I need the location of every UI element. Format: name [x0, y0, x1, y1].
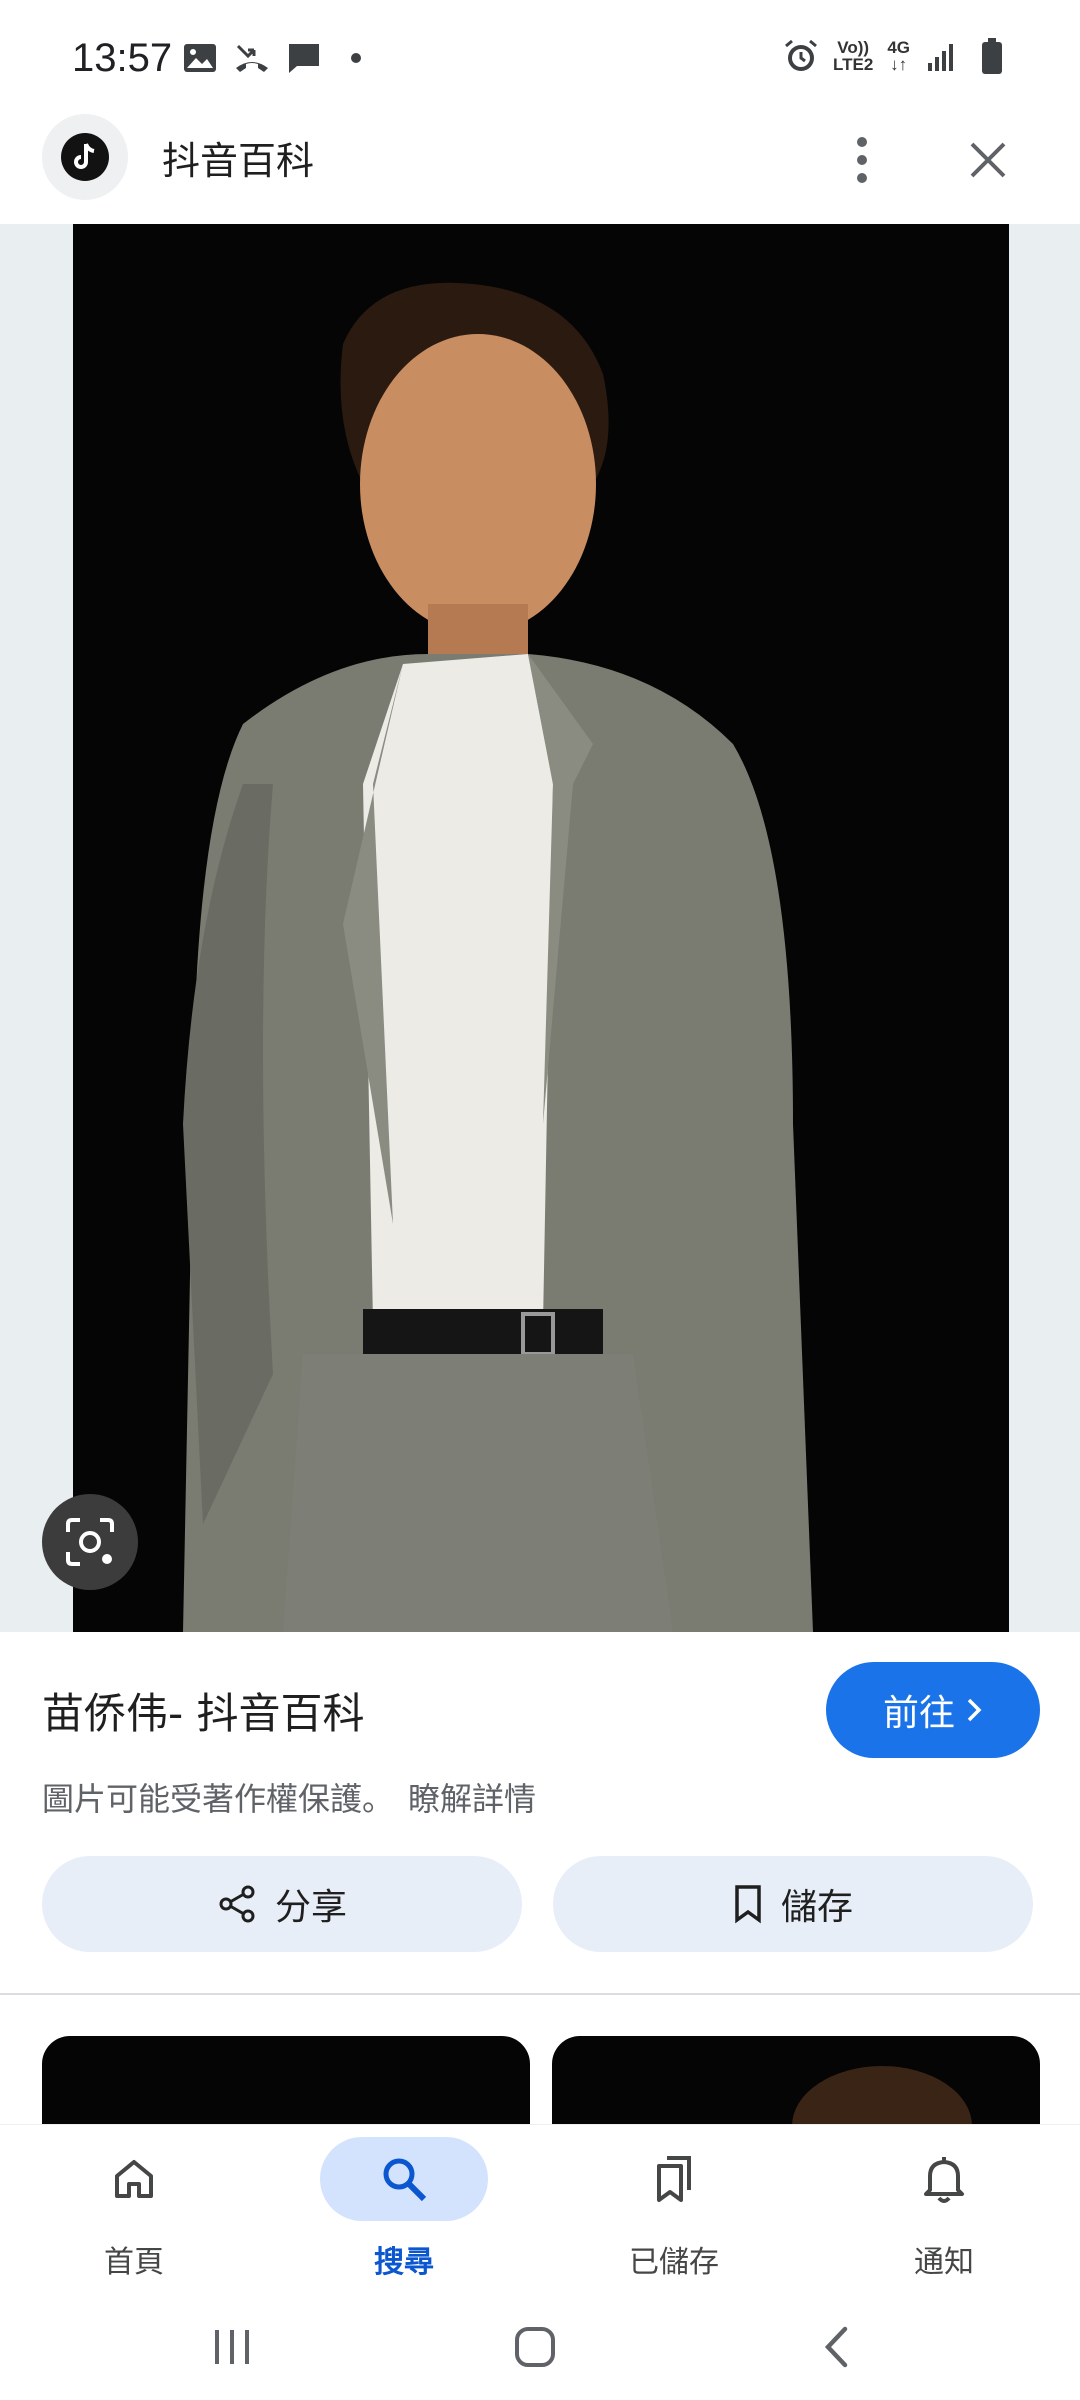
system-status-icons: Vo)) LTE2 4G ↓↑ [783, 38, 1010, 74]
visit-button[interactable]: 前往 [826, 1662, 1040, 1758]
nav-search-label: 搜尋 [374, 2245, 434, 2280]
section-divider [0, 1993, 1080, 1995]
close-button[interactable] [956, 128, 1020, 192]
visit-label: 前往 [882, 1693, 955, 1734]
nav-home-label: 首頁 [104, 2245, 164, 2280]
share-label: 分享 [274, 1887, 347, 1928]
close-icon [970, 142, 1006, 178]
status-bar: 13:57 Vo)) LTE2 4G ↓↑ [0, 0, 1080, 110]
home-icon-wrap [50, 2137, 218, 2221]
copyright-notice: 圖片可能受著作權保護。 瞭解詳情 [42, 1774, 536, 1820]
home-system-button[interactable] [475, 2312, 595, 2382]
battery-icon [974, 38, 1010, 74]
nav-search[interactable]: 搜尋 [304, 2125, 504, 2295]
status-time: 13:57 [72, 36, 173, 80]
bookmark-icon [735, 1885, 761, 1924]
save-label: 儲存 [780, 1887, 853, 1928]
tiktok-icon [61, 133, 109, 181]
search-icon-wrap [320, 2137, 488, 2221]
bell-icon-wrap [860, 2137, 1028, 2221]
bookmarks-icon [657, 2156, 691, 2202]
nav-saved-label: 已儲存 [629, 2245, 719, 2280]
dot-icon [338, 40, 374, 76]
lens-icon [66, 1518, 114, 1566]
alarm-icon [783, 38, 819, 74]
image-preview-area[interactable] [0, 224, 1080, 1632]
image-icon [182, 40, 218, 76]
recents-icon [215, 2330, 249, 2364]
bottom-navigation: 首頁 搜尋 已儲存 通知 [0, 2124, 1080, 2295]
share-icon [219, 1885, 255, 1923]
source-header: 抖音百科 [0, 110, 1080, 224]
learn-more-link[interactable]: 瞭解詳情 [408, 1780, 536, 1818]
missed-call-icon [234, 40, 270, 76]
more-options-button[interactable] [838, 124, 886, 196]
site-name: 抖音百科 [162, 139, 315, 183]
back-chevron-icon [824, 2326, 848, 2368]
chat-icon [286, 40, 322, 76]
result-photo[interactable] [73, 224, 1009, 1632]
home-icon [115, 2160, 153, 2198]
signal-icon [924, 38, 960, 74]
lens-search-button[interactable] [42, 1494, 138, 1590]
share-button[interactable]: 分享 [42, 1856, 522, 1952]
chevron-right-icon [967, 1698, 982, 1722]
bell-icon [924, 2157, 964, 2203]
bookmarks-icon-wrap [590, 2137, 758, 2221]
nav-notifications-label: 通知 [914, 2245, 974, 2280]
4g-indicator: 4G ↓↑ [887, 38, 910, 74]
site-logo[interactable] [42, 114, 128, 200]
volte-indicator: Vo)) LTE2 [833, 38, 874, 74]
home-square-icon [515, 2327, 555, 2367]
notification-icons [182, 40, 374, 76]
recents-button[interactable] [172, 2312, 292, 2382]
save-button[interactable]: 儲存 [553, 1856, 1033, 1952]
nav-saved[interactable]: 已儲存 [574, 2125, 774, 2295]
more-vert-icon [857, 137, 867, 183]
nav-notifications[interactable]: 通知 [844, 2125, 1044, 2295]
system-navigation-bar [0, 2294, 1080, 2400]
search-icon [383, 2158, 427, 2202]
back-button[interactable] [776, 2312, 896, 2382]
result-title[interactable]: 苗侨伟- 抖音百科 [42, 1680, 365, 1741]
copyright-text: 圖片可能受著作權保護。 [42, 1780, 395, 1818]
nav-home[interactable]: 首頁 [34, 2125, 234, 2295]
